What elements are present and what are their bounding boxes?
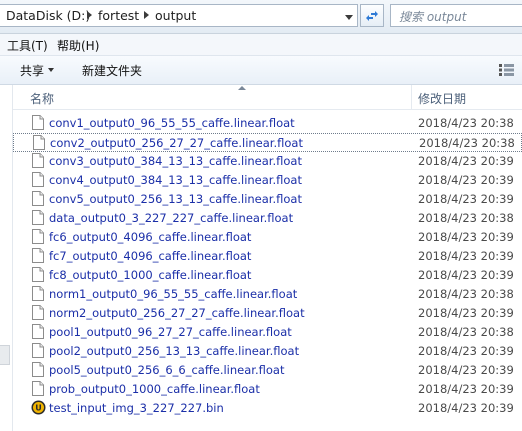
file-name[interactable]: prob_output0_1000_caffe.linear.float — [49, 382, 260, 396]
file-icon — [32, 305, 44, 320]
refresh-icon — [366, 10, 378, 21]
file-modified-date: 2018/4/23 20:38 — [419, 136, 515, 150]
file-modified-date: 2018/4/23 20:38 — [418, 211, 514, 225]
file-name[interactable]: conv3_output0_384_13_13_caffe.linear.flo… — [49, 154, 302, 168]
breadcrumb-separator-icon[interactable] — [87, 11, 92, 19]
file-modified-date: 2018/4/23 20:39 — [418, 230, 514, 244]
file-icon — [32, 343, 44, 358]
file-list: conv1_output0_96_55_55_caffe.linear.floa… — [13, 114, 522, 418]
file-name[interactable]: fc7_output0_4096_caffe.linear.float — [49, 249, 251, 263]
breadcrumb-fortest[interactable]: fortest — [98, 8, 139, 23]
file-modified-date: 2018/4/23 20:38 — [418, 116, 514, 130]
file-name[interactable]: test_input_img_3_227_227.bin — [49, 401, 224, 415]
navigation-scrollbar-thumb[interactable] — [0, 345, 10, 365]
file-row[interactable]: norm1_output0_96_55_55_caffe.linear.floa… — [13, 285, 522, 304]
file-row[interactable]: conv5_output0_256_13_13_caffe.linear.flo… — [13, 190, 522, 209]
file-row[interactable]: conv2_output0_256_27_27_caffe.linear.flo… — [13, 133, 522, 152]
file-name[interactable]: conv5_output0_256_13_13_caffe.linear.flo… — [49, 192, 302, 206]
file-row[interactable]: norm2_output0_256_27_27_caffe.linear.flo… — [13, 304, 522, 323]
file-row[interactable]: U test_input_img_3_227_227.bin 2018/4/23 … — [13, 399, 522, 418]
file-modified-date: 2018/4/23 20:39 — [418, 154, 514, 168]
breadcrumb-output[interactable]: output — [155, 8, 196, 23]
file-modified-date: 2018/4/23 20:39 — [418, 192, 514, 206]
breadcrumb-datadisk[interactable]: DataDisk (D:) — [6, 8, 90, 23]
svg-text:U: U — [35, 404, 42, 413]
command-bar: 共享 新建文件夹 — [0, 56, 522, 85]
file-icon — [32, 324, 44, 339]
file-row[interactable]: prob_output0_1000_caffe.linear.float 2018… — [13, 380, 522, 399]
file-icon — [33, 135, 45, 150]
file-name[interactable]: fc8_output0_1000_caffe.linear.float — [49, 268, 251, 282]
file-modified-date: 2018/4/23 20:39 — [418, 401, 514, 415]
file-icon — [32, 191, 44, 206]
file-modified-date: 2018/4/23 20:38 — [418, 287, 514, 301]
sort-ascending-icon — [238, 86, 246, 90]
file-row[interactable]: fc8_output0_1000_caffe.linear.float 2018/… — [13, 266, 522, 285]
change-view-icon[interactable] — [499, 64, 515, 76]
search-box[interactable]: 搜索 output — [390, 4, 522, 27]
file-modified-date: 2018/4/23 20:39 — [418, 173, 514, 187]
binary-app-icon: U — [31, 400, 46, 415]
refresh-button[interactable] — [360, 4, 384, 27]
share-button[interactable]: 共享 — [20, 62, 44, 79]
breadcrumb-separator-icon[interactable] — [144, 11, 149, 19]
file-icon — [32, 381, 44, 396]
file-icon — [32, 210, 44, 225]
address-bar[interactable]: DataDisk (D:) fortest output — [0, 4, 358, 27]
menu-tools[interactable]: 工具(T) — [7, 37, 48, 54]
file-name[interactable]: conv2_output0_256_27_27_caffe.linear.flo… — [50, 136, 303, 150]
address-bar-row: DataDisk (D:) fortest output 搜索 output — [0, 0, 522, 34]
file-icon — [32, 153, 44, 168]
file-row[interactable]: pool5_output0_256_6_6_caffe.linear.float… — [13, 361, 522, 380]
file-modified-date: 2018/4/23 20:39 — [418, 344, 514, 358]
file-icon — [32, 115, 44, 130]
file-row[interactable]: fc7_output0_4096_caffe.linear.float 2018/… — [13, 247, 522, 266]
file-modified-date: 2018/4/23 20:39 — [418, 249, 514, 263]
file-row[interactable]: conv1_output0_96_55_55_caffe.linear.floa… — [13, 114, 522, 133]
menu-bar: 工具(T) 帮助(H) — [0, 34, 522, 56]
file-name[interactable]: data_output0_3_227_227_caffe.linear.floa… — [49, 211, 293, 225]
file-modified-date: 2018/4/23 20:39 — [418, 268, 514, 282]
file-name[interactable]: conv1_output0_96_55_55_caffe.linear.floa… — [49, 116, 295, 130]
column-divider[interactable] — [411, 85, 412, 109]
file-icon — [32, 362, 44, 377]
file-row[interactable]: fc6_output0_4096_caffe.linear.float 2018/… — [13, 228, 522, 247]
file-name[interactable]: conv4_output0_384_13_13_caffe.linear.flo… — [49, 173, 302, 187]
menu-help[interactable]: 帮助(H) — [57, 37, 99, 54]
file-name[interactable]: pool2_output0_256_13_13_caffe.linear.flo… — [49, 344, 299, 358]
file-icon — [32, 172, 44, 187]
file-name[interactable]: pool1_output0_96_27_27_caffe.linear.floa… — [49, 325, 292, 339]
column-header-name[interactable]: 名称 — [30, 90, 54, 107]
file-icon — [32, 248, 44, 263]
new-folder-button[interactable]: 新建文件夹 — [82, 62, 142, 79]
column-header-modified[interactable]: 修改日期 — [418, 90, 466, 107]
chevron-down-icon[interactable] — [48, 68, 54, 72]
file-icon — [32, 267, 44, 282]
file-row[interactable]: conv4_output0_384_13_13_caffe.linear.flo… — [13, 171, 522, 190]
file-row[interactable]: pool1_output0_96_27_27_caffe.linear.floa… — [13, 323, 522, 342]
file-modified-date: 2018/4/23 20:39 — [418, 306, 514, 320]
file-modified-date: 2018/4/23 20:39 — [418, 382, 514, 396]
file-modified-date: 2018/4/23 20:38 — [418, 325, 514, 339]
file-name[interactable]: pool5_output0_256_6_6_caffe.linear.float — [49, 363, 284, 377]
file-name[interactable]: norm2_output0_256_27_27_caffe.linear.flo… — [49, 306, 305, 320]
navigation-pane[interactable] — [0, 85, 13, 431]
file-name[interactable]: norm1_output0_96_55_55_caffe.linear.floa… — [49, 287, 297, 301]
file-row[interactable]: conv3_output0_384_13_13_caffe.linear.flo… — [13, 152, 522, 171]
address-history-dropdown-icon[interactable] — [345, 15, 353, 20]
file-icon — [32, 229, 44, 244]
file-icon — [32, 286, 44, 301]
file-row[interactable]: data_output0_3_227_227_caffe.linear.floa… — [13, 209, 522, 228]
file-name[interactable]: fc6_output0_4096_caffe.linear.float — [49, 230, 251, 244]
column-header: 名称 修改日期 — [13, 85, 522, 110]
file-modified-date: 2018/4/23 20:39 — [418, 363, 514, 377]
file-row[interactable]: pool2_output0_256_13_13_caffe.linear.flo… — [13, 342, 522, 361]
search-placeholder: 搜索 output — [399, 10, 467, 24]
